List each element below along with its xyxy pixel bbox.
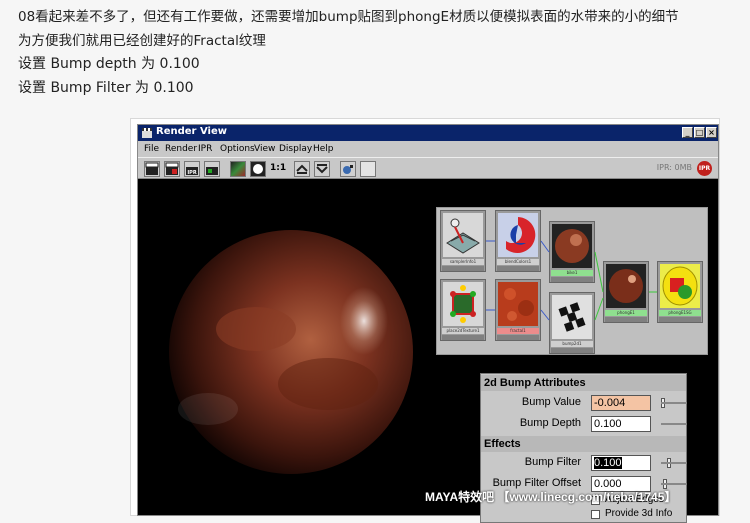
bump-filter-slider[interactable] bbox=[661, 462, 687, 464]
node-blend-colors[interactable]: blendColors1 bbox=[495, 210, 541, 272]
bump-filter-value: 0.100 bbox=[594, 457, 622, 469]
node-sampler-info[interactable]: samplerInfo1 bbox=[440, 210, 486, 272]
intro-line-4: 设置 Bump Filter 为 0.100 bbox=[18, 80, 194, 96]
close-button[interactable]: × bbox=[706, 127, 717, 138]
real-size-button[interactable]: 1:1 bbox=[270, 161, 286, 177]
node-label: blendColors1 bbox=[497, 259, 539, 265]
fractal-swatch-icon bbox=[498, 282, 538, 326]
keep-image-icon[interactable] bbox=[294, 161, 310, 177]
toolbar: IPR 1:1 IPR: 0MB IPR bbox=[138, 157, 718, 179]
render-region-icon[interactable] bbox=[164, 161, 180, 177]
window-title: Render View bbox=[156, 126, 227, 137]
snapshot-icon[interactable] bbox=[204, 161, 220, 177]
node-label: bump2d1 bbox=[551, 341, 593, 347]
bump-value-label: Bump Value bbox=[521, 396, 581, 408]
svg-text:IPR: IPR bbox=[187, 170, 197, 176]
intro-line-1: 08看起来差不多了，但还有工作要做，还需要增加bump贴图到phongE材质以便… bbox=[18, 9, 679, 25]
render-clapper-icon[interactable] bbox=[144, 161, 160, 177]
menu-options[interactable]: Options bbox=[220, 144, 255, 154]
bump-filter-offset-slider[interactable] bbox=[661, 483, 687, 485]
bump-depth-field[interactable]: 0.100 bbox=[591, 416, 651, 432]
place2d-icon bbox=[443, 282, 483, 326]
node-phong[interactable]: phongE1 bbox=[603, 261, 649, 323]
provide-3d-info-label: Provide 3d Info bbox=[605, 508, 673, 519]
node-shading-group[interactable]: phongE1SG bbox=[657, 261, 703, 323]
maximize-button[interactable]: □ bbox=[694, 127, 705, 138]
bump-filter-field[interactable]: 0.100 bbox=[591, 455, 651, 471]
title-bar[interactable]: Render View _ □ × bbox=[138, 125, 718, 141]
hypershade-graph-overlay: samplerInfo1 blendColors1 bike1 place2dT… bbox=[436, 207, 708, 355]
alpha-channel-icon[interactable] bbox=[250, 161, 266, 177]
remove-image-icon[interactable] bbox=[314, 161, 330, 177]
texture-swatch-icon bbox=[552, 224, 592, 268]
menu-render[interactable]: Render bbox=[165, 144, 197, 154]
bump-value-field[interactable]: -0.004 bbox=[591, 395, 651, 411]
node-label: bike1 bbox=[551, 270, 593, 276]
node-place2d-texture[interactable]: place2dTexture1 bbox=[440, 279, 486, 341]
menu-ipr[interactable]: IPR bbox=[198, 144, 212, 154]
bump-depth-slider[interactable] bbox=[661, 423, 687, 425]
node-bump2d[interactable]: bump2d1 bbox=[549, 292, 595, 354]
bump-value-slider[interactable] bbox=[661, 402, 687, 404]
blank-tool-icon[interactable] bbox=[360, 161, 376, 177]
phong-sphere-icon bbox=[606, 264, 646, 308]
node-label: samplerInfo1 bbox=[442, 259, 484, 265]
bump2d-icon bbox=[552, 295, 592, 339]
sampler-info-icon bbox=[443, 213, 483, 257]
node-fractal[interactable]: fractal1 bbox=[495, 279, 541, 341]
camera-icon[interactable] bbox=[340, 161, 356, 177]
rgb-channel-icon[interactable] bbox=[230, 161, 246, 177]
node-label: phongE1SG bbox=[659, 310, 701, 316]
minimize-button[interactable]: _ bbox=[682, 127, 693, 138]
shading-group-icon bbox=[660, 264, 700, 308]
node-bike-texture[interactable]: bike1 bbox=[549, 221, 595, 283]
menu-file[interactable]: File bbox=[144, 144, 159, 154]
provide-3d-info-checkbox[interactable] bbox=[591, 510, 600, 519]
section-2d-bump-attributes[interactable]: 2d Bump Attributes bbox=[481, 375, 686, 391]
ipr-button[interactable]: IPR bbox=[697, 161, 712, 176]
blend-colors-icon bbox=[498, 213, 538, 257]
ipr-render-icon[interactable]: IPR bbox=[184, 161, 200, 177]
menu-help[interactable]: Help bbox=[313, 144, 334, 154]
intro-line-2: 为方便我们就用已经创建好的Fractal纹理 bbox=[18, 33, 266, 49]
node-label: fractal1 bbox=[497, 328, 539, 334]
section-effects[interactable]: Effects bbox=[481, 436, 686, 452]
ipr-memory-status: IPR: 0MB bbox=[656, 163, 692, 172]
bump-filter-label: Bump Filter bbox=[524, 456, 581, 468]
menu-view[interactable]: View bbox=[254, 144, 275, 154]
bump-depth-label: Bump Depth bbox=[519, 417, 581, 429]
site-watermark: MAYA特效吧 【www.linecg.com/tieba/1745】 bbox=[425, 490, 677, 504]
menu-display[interactable]: Display bbox=[279, 144, 312, 154]
menu-bar: File Render IPR Options View Display Hel… bbox=[138, 142, 718, 156]
node-label: phongE1 bbox=[605, 310, 647, 316]
intro-line-3: 设置 Bump depth 为 0.100 bbox=[18, 56, 200, 72]
clapper-icon bbox=[142, 128, 152, 138]
node-label: place2dTexture1 bbox=[442, 328, 484, 334]
